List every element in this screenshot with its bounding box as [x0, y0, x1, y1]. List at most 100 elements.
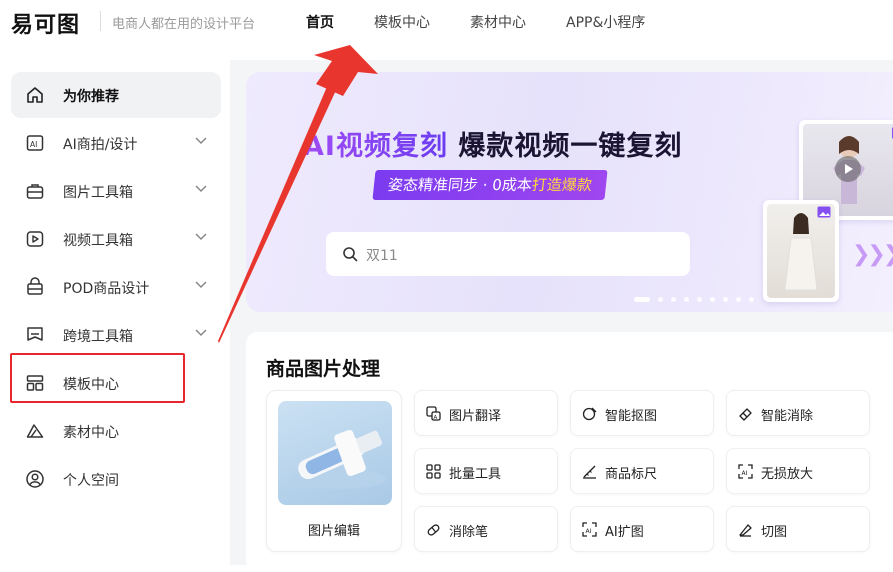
svg-text:AI: AI — [586, 528, 592, 535]
tool-smart-cutout[interactable]: 智能抠图 — [570, 390, 714, 436]
logo[interactable]: 易可图 — [11, 7, 80, 39]
expand-icon: AI — [582, 522, 597, 537]
nav-app-miniprogram[interactable]: APP&小程序 — [566, 12, 645, 32]
banner-title: AI视频复刻 爆款视频一键复刻 — [303, 124, 682, 163]
svg-text:A: A — [434, 415, 438, 421]
sidebar: 为你推荐 AI AI商拍/设计 图片工具箱 视频工具箱 POD商品设计 跨境工具… — [0, 60, 230, 565]
sidebar-item-label: 图片工具箱 — [63, 185, 133, 201]
tool-label: 图片翻译 — [449, 409, 502, 424]
sidebar-item-pod-design[interactable]: POD商品设计 — [11, 264, 221, 310]
cutout-icon — [582, 407, 597, 421]
sidebar-item-label: 素材中心 — [63, 425, 119, 441]
carousel-dot[interactable] — [634, 297, 650, 302]
banner-subtitle-highlight: 打造爆款 — [530, 176, 593, 194]
toolbox-icon — [26, 184, 44, 199]
user-icon — [26, 470, 44, 488]
main-content: AI视频复刻 爆款视频一键复刻 姿态精准同步 · 0成本打造爆款 双11 ❯❯ … — [230, 60, 893, 572]
section-title: 商品图片处理 — [266, 358, 381, 380]
tool-label: 智能消除 — [761, 409, 814, 424]
chevron-down-icon[interactable] — [195, 185, 207, 193]
carousel-dot[interactable] — [710, 297, 715, 302]
model-photo-2 — [767, 204, 835, 298]
tool-product-ruler[interactable]: 商品标尺 — [570, 448, 714, 494]
sidebar-item-crossborder-toolbox[interactable]: 跨境工具箱 — [11, 312, 221, 358]
sidebar-item-recommend[interactable]: 为你推荐 — [11, 72, 221, 118]
sidebar-item-personal-space[interactable]: 个人空间 — [11, 456, 221, 502]
product-illustration — [290, 430, 386, 489]
tool-label: 切图 — [761, 525, 788, 540]
bag-icon — [27, 277, 43, 295]
svg-text:AI: AI — [30, 140, 37, 149]
carousel-dot[interactable] — [684, 297, 689, 302]
tool-label: 智能抠图 — [605, 409, 658, 424]
tagline: 电商人都在用的设计平台 — [112, 17, 256, 32]
chevron-down-icon[interactable] — [195, 281, 207, 289]
sidebar-item-label: 为你推荐 — [63, 89, 119, 105]
sidebar-item-label: AI商拍/设计 — [63, 137, 138, 153]
sidebar-item-video-toolbox[interactable]: 视频工具箱 — [11, 216, 221, 262]
ruler-icon — [583, 465, 596, 479]
arrows-decoration: ❯❯❯ — [852, 242, 893, 267]
search-input[interactable]: 双11 — [326, 232, 690, 276]
tool-batch[interactable]: 批量工具 — [414, 448, 558, 494]
product-image-processing-section: 商品图片处理 图片编辑 A 图片翻译 智能抠图 智能消除 批量工具 商品标尺 A… — [246, 332, 893, 572]
carousel-dot[interactable] — [749, 297, 754, 302]
model-illustration-2 — [784, 213, 818, 291]
nav-material-center[interactable]: 素材中心 — [470, 12, 526, 32]
carousel-dot[interactable] — [658, 297, 663, 302]
ai-icon: AI — [26, 135, 44, 151]
image-icon — [817, 206, 831, 218]
search-placeholder: 双11 — [366, 248, 398, 264]
sidebar-item-ai-shoot[interactable]: AI AI商拍/设计 — [11, 120, 221, 166]
tool-image-translate[interactable]: A 图片翻译 — [414, 390, 558, 436]
carousel-dot[interactable] — [736, 297, 741, 302]
image-edit-card[interactable]: 图片编辑 — [266, 390, 402, 552]
sidebar-item-material-center[interactable]: 素材中心 — [11, 408, 221, 454]
tool-label: 消除笔 — [449, 525, 489, 540]
image-edit-label: 图片编辑 — [307, 524, 360, 539]
tool-label: 商品标尺 — [605, 467, 658, 482]
tool-label: 批量工具 — [449, 467, 502, 482]
banner-title-text: 爆款视频一键复刻 — [458, 131, 683, 162]
video-icon — [26, 231, 44, 247]
tool-lossless-upscale[interactable]: AI 无损放大 — [726, 448, 870, 494]
top-bar: 易可图 电商人都在用的设计平台 首页 模板中心 素材中心 APP&小程序 — [0, 0, 893, 44]
chevron-down-icon[interactable] — [195, 329, 207, 337]
nav-home[interactable]: 首页 — [306, 12, 334, 32]
template-center-highlight-box — [10, 353, 185, 403]
image-edit-thumbnail — [278, 401, 392, 505]
material-icon — [26, 424, 44, 438]
grid-icon — [426, 464, 441, 479]
carousel-dot[interactable] — [697, 297, 702, 302]
slice-icon — [739, 524, 752, 537]
sidebar-item-label: 个人空间 — [63, 473, 119, 489]
play-icon[interactable] — [835, 156, 861, 182]
sidebar-item-label: 跨境工具箱 — [63, 329, 133, 345]
nav-template-center[interactable]: 模板中心 — [374, 12, 430, 32]
tool-ai-expand[interactable]: AI AI扩图 — [570, 506, 714, 552]
promo-banner[interactable]: AI视频复刻 爆款视频一键复刻 姿态精准同步 · 0成本打造爆款 双11 ❯❯ — [246, 72, 893, 312]
search-icon — [343, 247, 358, 262]
carousel-dot[interactable] — [723, 297, 728, 302]
eraser-pen-icon — [427, 524, 440, 536]
tool-smart-erase[interactable]: 智能消除 — [726, 390, 870, 436]
logo-divider — [100, 11, 101, 31]
home-icon — [27, 87, 43, 103]
tool-slice[interactable]: 切图 — [726, 506, 870, 552]
chevron-down-icon[interactable] — [195, 233, 207, 241]
crossborder-icon — [27, 327, 43, 341]
tool-label: AI扩图 — [605, 525, 644, 540]
carousel-dot[interactable] — [671, 297, 676, 302]
banner-subtitle: 姿态精准同步 · 0成本打造爆款 — [372, 170, 608, 200]
tool-eraser-pen[interactable]: 消除笔 — [414, 506, 558, 552]
model-photo-card — [763, 200, 839, 302]
banner-subtitle-text: 姿态精准同步 · 0成本 — [387, 176, 533, 194]
upscale-icon: AI — [738, 464, 753, 479]
svg-text:AI: AI — [742, 470, 748, 477]
erase-icon — [739, 408, 752, 421]
translate-icon: A — [426, 406, 441, 421]
sidebar-item-label: 视频工具箱 — [63, 233, 133, 249]
chevron-down-icon[interactable] — [195, 137, 207, 145]
sidebar-item-image-toolbox[interactable]: 图片工具箱 — [11, 168, 221, 214]
sidebar-item-label: POD商品设计 — [63, 281, 150, 297]
